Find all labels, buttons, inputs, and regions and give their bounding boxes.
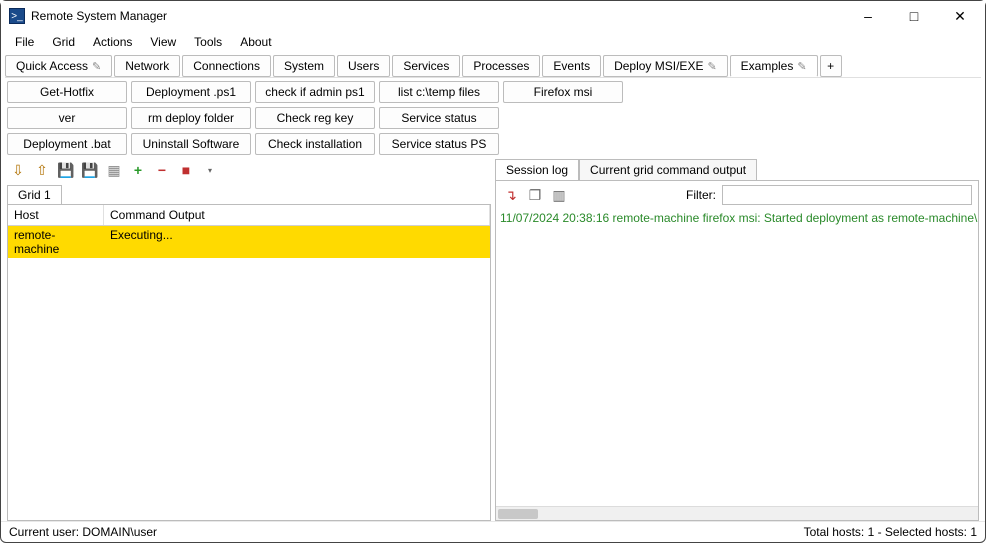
session-log-body[interactable]: 11/07/2024 20:38:16 remote-machine firef… (496, 209, 978, 506)
statusbar: Current user: DOMAIN\user Total hosts: 1… (1, 521, 985, 542)
cmd-list-temp-files[interactable]: list c:\temp files (379, 81, 499, 103)
menu-view[interactable]: View (142, 33, 184, 51)
app-icon: >_ (9, 8, 25, 24)
cmd-service-status[interactable]: Service status (379, 107, 499, 129)
titlebar: >_ Remote System Manager – □ ✕ (1, 1, 985, 31)
tab-users[interactable]: Users (337, 55, 390, 77)
clear-icon[interactable]: ▥ (550, 186, 568, 204)
tab-system[interactable]: System (273, 55, 335, 77)
tab-session-log[interactable]: Session log (495, 159, 579, 180)
cmd-check-reg-key[interactable]: Check reg key (255, 107, 375, 129)
log-toolbar: ↴ ❐ ▥ Filter: (496, 181, 978, 209)
tab-label: Examples (741, 59, 794, 73)
host-grid: Host Command Output remote-machine Execu… (7, 204, 491, 521)
table-row[interactable]: remote-machine Executing... (8, 226, 490, 258)
command-row-2: Deployment .bat Uninstall Software Check… (1, 129, 985, 155)
minimize-button[interactable]: – (845, 1, 891, 31)
filter-label: Filter: (686, 188, 716, 202)
grid-settings-icon[interactable]: ▦ (105, 161, 123, 179)
export-icon[interactable]: ⇧ (33, 161, 51, 179)
log-line: 11/07/2024 20:38:16 remote-machine firef… (500, 211, 974, 225)
tab-label: Quick Access (16, 59, 88, 73)
save-icon[interactable]: 💾 (57, 161, 75, 179)
command-row-0: Get-Hotfix Deployment .ps1 check if admi… (1, 77, 985, 103)
menu-about[interactable]: About (232, 33, 279, 51)
import-icon[interactable]: ⇩ (9, 161, 27, 179)
cmd-check-admin-ps1[interactable]: check if admin ps1 (255, 81, 375, 103)
wrap-icon[interactable]: ↴ (502, 186, 520, 204)
menubar: File Grid Actions View Tools About (1, 31, 985, 53)
menu-tools[interactable]: Tools (186, 33, 230, 51)
cell-output: Executing... (104, 226, 179, 258)
copy-icon[interactable]: ❐ (526, 186, 544, 204)
tab-examples[interactable]: Examples✎ (730, 55, 818, 77)
cmd-firefox-msi[interactable]: Firefox msi (503, 81, 623, 103)
command-row-1: ver rm deploy folder Check reg key Servi… (1, 103, 985, 129)
menu-grid[interactable]: Grid (44, 33, 83, 51)
edit-icon: ✎ (797, 60, 806, 73)
scroll-thumb[interactable] (498, 509, 538, 519)
cmd-deployment-ps1[interactable]: Deployment .ps1 (131, 81, 251, 103)
tab-label: Deploy MSI/EXE (614, 59, 703, 73)
dropdown-icon[interactable]: ▾ (201, 161, 219, 179)
maximize-button[interactable]: □ (891, 1, 937, 31)
cmd-uninstall-software[interactable]: Uninstall Software (131, 133, 251, 155)
cmd-ver[interactable]: ver (7, 107, 127, 129)
cmd-service-status-ps[interactable]: Service status PS (379, 133, 499, 155)
tab-add[interactable]: + (820, 55, 842, 77)
cell-host: remote-machine (8, 226, 104, 258)
cmd-deployment-bat[interactable]: Deployment .bat (7, 133, 127, 155)
cmd-get-hotfix[interactable]: Get-Hotfix (7, 81, 127, 103)
status-host-counts: Total hosts: 1 - Selected hosts: 1 (804, 525, 977, 539)
tab-events[interactable]: Events (542, 55, 601, 77)
tab-quick-access[interactable]: Quick Access ✎ (5, 55, 112, 77)
add-icon[interactable]: + (129, 161, 147, 179)
col-header-command-output[interactable]: Command Output (104, 205, 490, 225)
tab-current-grid-output[interactable]: Current grid command output (579, 159, 757, 180)
tab-services[interactable]: Services (392, 55, 460, 77)
toolbar-tabs: Quick Access ✎ Network Connections System… (1, 53, 985, 77)
status-current-user: Current user: DOMAIN\user (9, 525, 157, 539)
remove-icon[interactable]: − (153, 161, 171, 179)
window-title: Remote System Manager (31, 9, 167, 23)
menu-actions[interactable]: Actions (85, 33, 140, 51)
menu-file[interactable]: File (7, 33, 42, 51)
edit-icon: ✎ (707, 60, 716, 73)
cmd-rm-deploy-folder[interactable]: rm deploy folder (131, 107, 251, 129)
horizontal-scrollbar[interactable] (496, 506, 978, 520)
cmd-check-installation[interactable]: Check installation (255, 133, 375, 155)
tab-deploy[interactable]: Deploy MSI/EXE ✎ (603, 55, 728, 77)
grid-toolbar: ⇩ ⇧ 💾 💾 ▦ + − ■ ▾ (7, 159, 491, 185)
save-as-icon[interactable]: 💾 (81, 161, 99, 179)
close-button[interactable]: ✕ (937, 1, 983, 31)
col-header-host[interactable]: Host (8, 205, 104, 225)
tab-processes[interactable]: Processes (462, 55, 540, 77)
stop-icon[interactable]: ■ (177, 161, 195, 179)
tab-connections[interactable]: Connections (182, 55, 271, 77)
grid-tab-1[interactable]: Grid 1 (7, 185, 62, 204)
tab-network[interactable]: Network (114, 55, 180, 77)
filter-input[interactable] (722, 185, 972, 205)
edit-icon: ✎ (92, 60, 101, 73)
